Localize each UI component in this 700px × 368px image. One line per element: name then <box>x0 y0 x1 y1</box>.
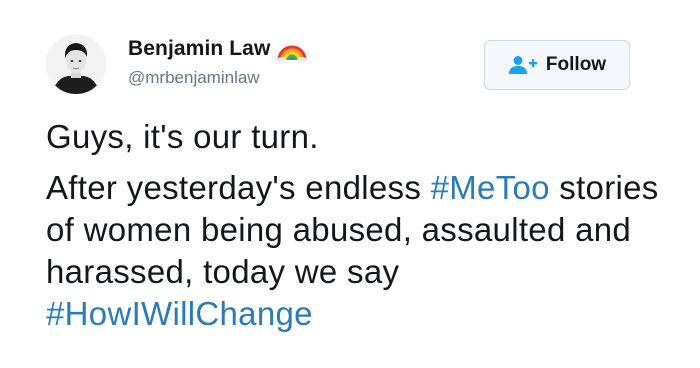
user-avatar[interactable] <box>46 34 106 94</box>
tweet-card: Benjamin Law @mrbenjaminlaw Follow Guys,… <box>0 0 700 368</box>
tweet-text: Guys, it's our turn. After yesterday's e… <box>46 116 666 335</box>
follow-button[interactable]: Follow <box>484 40 630 90</box>
rainbow-emoji-icon <box>277 45 307 62</box>
user-handle[interactable]: @mrbenjaminlaw <box>128 68 307 88</box>
tweet-body-part1: After yesterday's endless <box>46 169 431 206</box>
hashtag-link-howiwillchange[interactable]: #HowIWillChange <box>46 295 313 332</box>
user-identity: Benjamin Law @mrbenjaminlaw <box>128 36 307 88</box>
display-name-row: Benjamin Law <box>128 36 307 62</box>
tweet-header: Benjamin Law @mrbenjaminlaw Follow <box>46 30 636 100</box>
avatar-image <box>46 34 106 94</box>
display-name[interactable]: Benjamin Law <box>128 37 270 61</box>
add-user-icon <box>508 56 537 74</box>
tweet-body: After yesterday's endless #MeToo stories… <box>46 167 666 335</box>
follow-button-label: Follow <box>545 54 607 75</box>
hashtag-link-metoo[interactable]: #MeToo <box>431 169 550 206</box>
tweet-first-line: Guys, it's our turn. <box>46 118 319 155</box>
